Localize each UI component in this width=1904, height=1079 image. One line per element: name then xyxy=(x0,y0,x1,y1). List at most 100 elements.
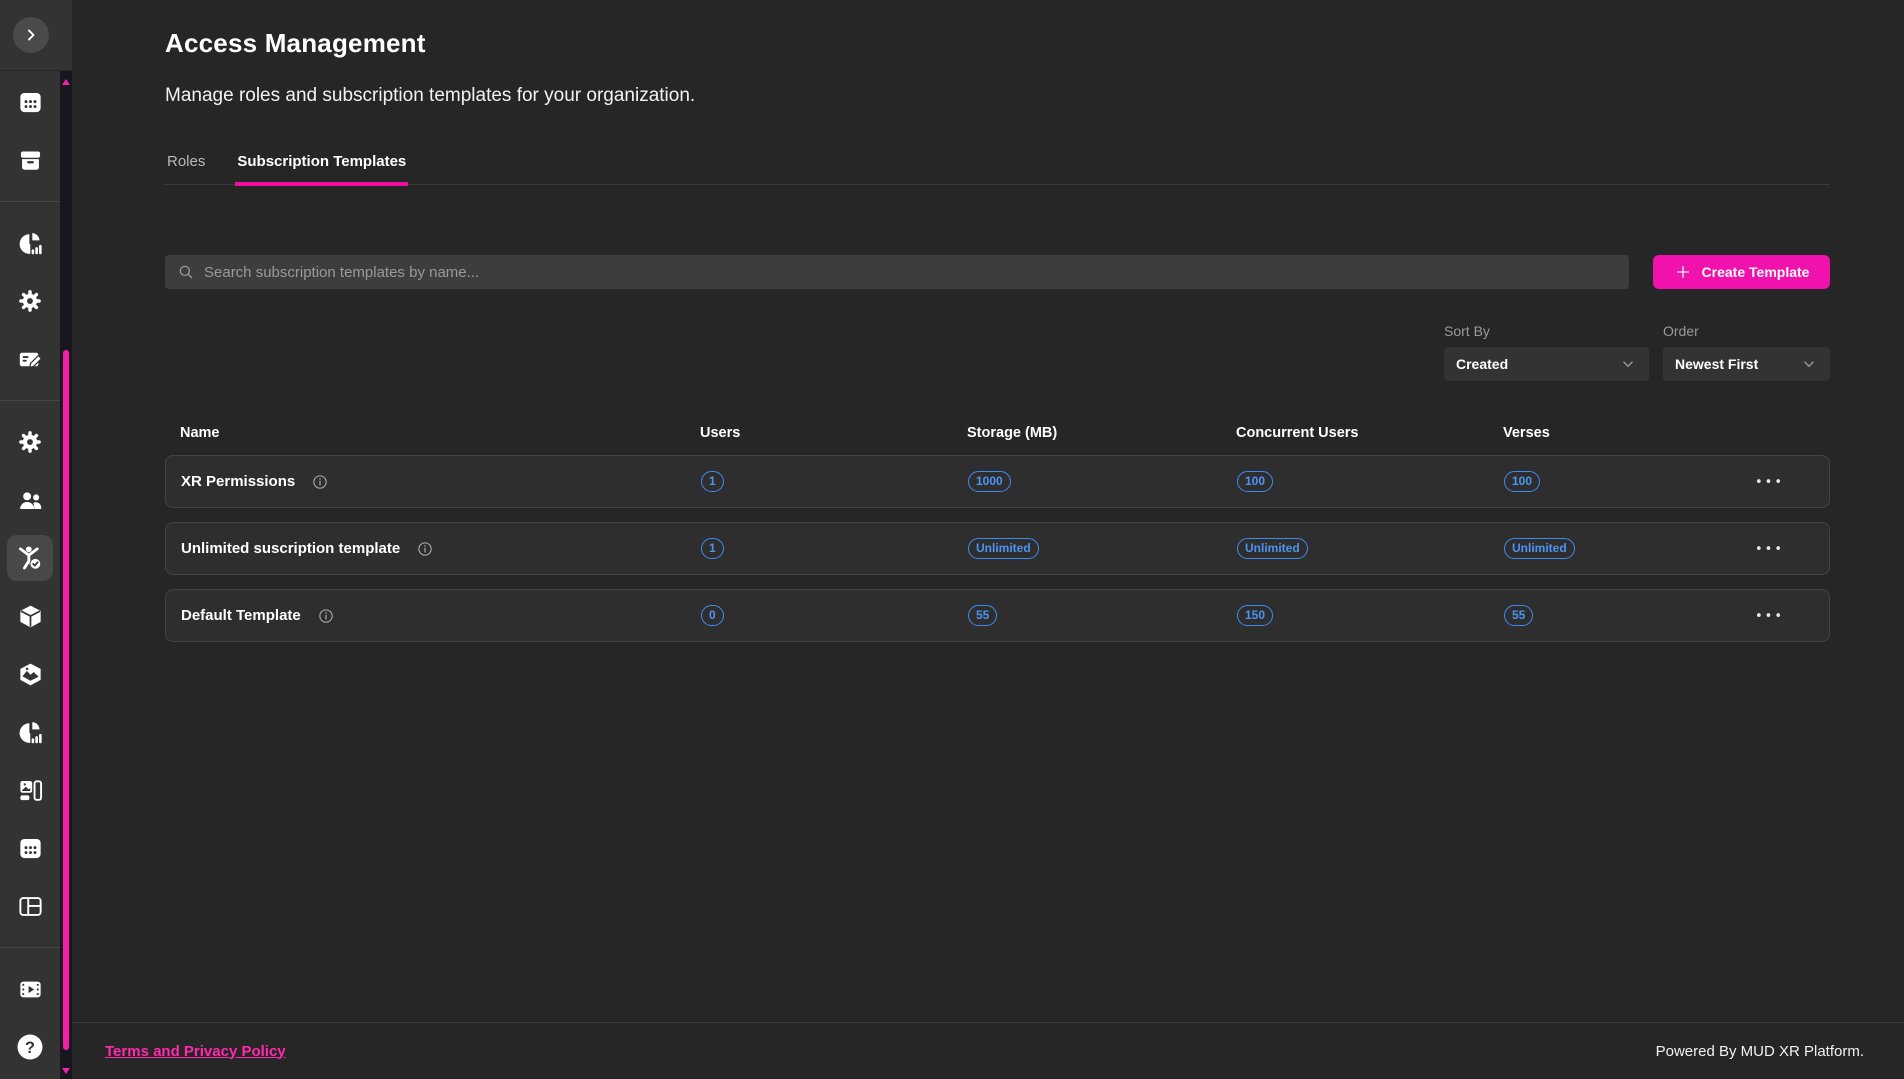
template-name: Default Template xyxy=(181,607,301,624)
calendar-icon xyxy=(17,89,44,116)
users-icon xyxy=(17,487,44,514)
main-area: Access Management Manage roles and subsc… xyxy=(72,0,1904,1079)
page-title: Access Management xyxy=(165,28,1830,59)
svg-text:?: ? xyxy=(25,1039,35,1057)
row-actions-button[interactable]: ••• xyxy=(1755,609,1784,624)
template-name: XR Permissions xyxy=(181,473,295,490)
card-edit-icon xyxy=(17,346,44,373)
table-header: Name Users Storage (MB) Concurrent Users… xyxy=(165,425,1830,441)
storage-pill: 1000 xyxy=(968,471,1011,492)
sidebar-item-content[interactable] xyxy=(7,767,53,813)
sidebar-item-card-edit[interactable] xyxy=(7,336,53,382)
order-value: Newest First xyxy=(1675,356,1758,372)
page-content: Access Management Manage roles and subsc… xyxy=(72,0,1904,1022)
sort-controls: Sort By Created Order Newest First xyxy=(165,323,1830,381)
table-row: Unlimited suscription template 1 Unlimit… xyxy=(165,522,1830,575)
sidebar-header xyxy=(0,0,72,71)
chevron-down-icon xyxy=(1800,355,1818,373)
tab-bar: Roles Subscription Templates xyxy=(165,153,1830,185)
sort-by-select[interactable]: Created xyxy=(1444,347,1649,381)
chevron-down-icon xyxy=(1619,355,1637,373)
analytics-pie-icon xyxy=(17,719,44,746)
scrollbar-down-arrow-icon[interactable] xyxy=(62,1068,70,1074)
layout-panels-icon xyxy=(17,893,44,920)
sidebar-icon-column: ? xyxy=(0,71,60,1079)
toolbar: Create Template xyxy=(165,255,1830,289)
search-input[interactable] xyxy=(204,264,1617,281)
help-icon: ? xyxy=(15,1032,45,1062)
asset-cube-image-icon xyxy=(17,661,44,688)
info-icon[interactable] xyxy=(416,540,434,558)
search-box[interactable] xyxy=(165,255,1629,289)
create-template-button[interactable]: Create Template xyxy=(1653,255,1830,289)
archive-box-icon xyxy=(17,147,44,174)
sidebar-item-users[interactable] xyxy=(7,477,53,523)
sidebar-item-layouts[interactable] xyxy=(7,883,53,929)
search-icon xyxy=(177,263,195,281)
concurrent-users-pill: 150 xyxy=(1237,605,1273,626)
sidebar-scrollbar[interactable] xyxy=(60,71,72,1079)
person-check-icon xyxy=(16,544,44,572)
sidebar-item-help[interactable]: ? xyxy=(7,1024,53,1070)
sidebar-item-analytics[interactable] xyxy=(7,220,53,266)
column-header-name: Name xyxy=(180,425,700,441)
order-label: Order xyxy=(1663,323,1830,339)
terms-privacy-link[interactable]: Terms and Privacy Policy xyxy=(105,1043,286,1060)
column-header-verses: Verses xyxy=(1503,425,1740,441)
footer: Terms and Privacy Policy Powered By MUD … xyxy=(72,1022,1904,1079)
sidebar-item-packages[interactable] xyxy=(7,593,53,639)
chevron-right-icon xyxy=(21,25,41,45)
cube-icon xyxy=(17,603,44,630)
concurrent-users-pill: Unlimited xyxy=(1237,538,1308,559)
table-row: Default Template 0 55 150 55 ••• xyxy=(165,589,1830,642)
film-media-icon xyxy=(17,976,44,1003)
tab-roles[interactable]: Roles xyxy=(165,153,207,186)
users-pill: 1 xyxy=(701,538,724,559)
row-actions-button[interactable]: ••• xyxy=(1755,475,1784,490)
sort-by-label: Sort By xyxy=(1444,323,1649,339)
scrollbar-thumb[interactable] xyxy=(63,350,69,1050)
verses-pill: 55 xyxy=(1504,605,1533,626)
sidebar-divider xyxy=(0,400,60,401)
column-header-users: Users xyxy=(700,425,967,441)
sidebar: ? xyxy=(0,0,72,1079)
app-window: ? Access Management Manage roles and sub… xyxy=(0,0,1904,1079)
sidebar-item-reports[interactable] xyxy=(7,709,53,755)
order-select[interactable]: Newest First xyxy=(1663,347,1830,381)
scrollbar-up-arrow-icon[interactable] xyxy=(62,79,70,85)
powered-by-text: Powered By MUD XR Platform. xyxy=(1656,1043,1864,1060)
sidebar-divider xyxy=(0,201,60,202)
calendar-icon xyxy=(17,835,44,862)
tab-subscription-templates[interactable]: Subscription Templates xyxy=(235,153,408,186)
sort-by-group: Sort By Created xyxy=(1444,323,1649,381)
plus-icon xyxy=(1674,263,1692,281)
users-pill: 0 xyxy=(701,605,724,626)
sidebar-item-media[interactable] xyxy=(7,966,53,1012)
verses-pill: 100 xyxy=(1504,471,1540,492)
template-name: Unlimited suscription template xyxy=(181,540,400,557)
gear-icon xyxy=(17,288,43,314)
page-subtitle: Manage roles and subscription templates … xyxy=(165,85,1830,107)
verses-pill: Unlimited xyxy=(1504,538,1575,559)
sidebar-item-settings[interactable] xyxy=(7,278,53,324)
sidebar-item-assets[interactable] xyxy=(7,651,53,697)
sidebar-divider xyxy=(0,947,60,948)
sidebar-item-schedule[interactable] xyxy=(7,825,53,871)
column-header-concurrent-users: Concurrent Users xyxy=(1236,425,1503,441)
order-group: Order Newest First xyxy=(1663,323,1830,381)
sidebar-item-access-management[interactable] xyxy=(7,535,53,581)
sort-by-value: Created xyxy=(1456,356,1508,372)
info-icon[interactable] xyxy=(317,607,335,625)
sidebar-expand-button[interactable] xyxy=(13,17,49,53)
concurrent-users-pill: 100 xyxy=(1237,471,1273,492)
storage-pill: Unlimited xyxy=(968,538,1039,559)
info-icon[interactable] xyxy=(311,473,329,491)
storage-pill: 55 xyxy=(968,605,997,626)
gear-icon xyxy=(17,429,43,455)
sidebar-item-org-settings[interactable] xyxy=(7,419,53,465)
sidebar-item-calendar[interactable] xyxy=(7,79,53,125)
users-pill: 1 xyxy=(701,471,724,492)
sidebar-body: ? xyxy=(0,71,72,1079)
row-actions-button[interactable]: ••• xyxy=(1755,542,1784,557)
sidebar-item-archive[interactable] xyxy=(7,137,53,183)
